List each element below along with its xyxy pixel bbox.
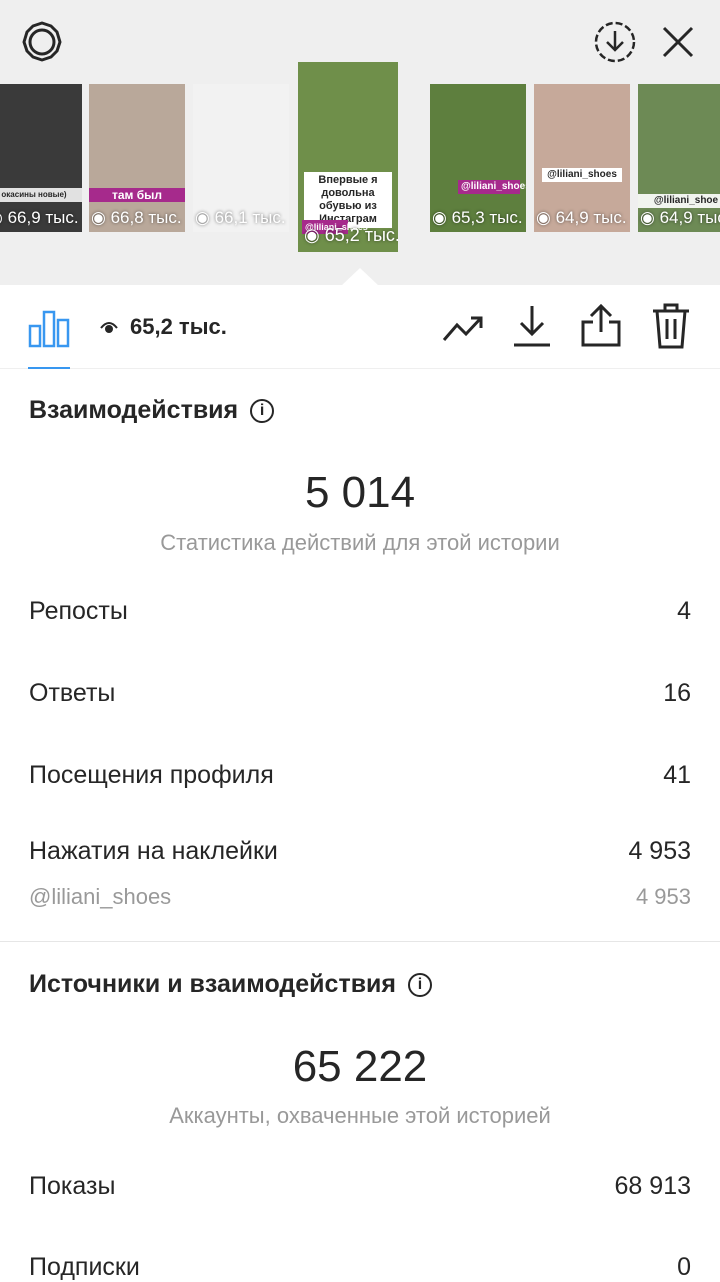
download-story-button[interactable] [592,19,638,65]
thumbnail-caption: @liliani_shoes [542,168,622,182]
trash-icon [653,303,689,349]
download-circle-icon [594,21,636,63]
info-icon[interactable]: i [408,972,433,997]
trend-button[interactable] [442,310,484,349]
gear-icon [22,21,62,62]
stat-subrow: @liliani_shoes 4 953 [29,884,691,909]
story-thumbnail[interactable]: @liliani_shoes ◉ 64,9 тыс. [534,84,630,232]
delete-button[interactable] [652,303,690,354]
story-thumbnail[interactable]: @liliani_shoes ◉ 65,3 тыс. [430,84,526,232]
story-thumbnail[interactable]: @liliani_shoe ◉ 64,9 тыс. [638,84,720,232]
thumbnail-views: ◉ 66,9 тыс. [0,208,79,227]
trend-up-icon [442,316,483,341]
share-icon [581,303,621,347]
thumbnail-views: ◉ 64,9 тыс. [536,208,627,227]
insights-toolbar: 65,2 тыс. [0,286,720,369]
interactions-caption: Статистика действий для этой истории [160,530,560,555]
thumbnail-caption: там был [89,188,185,202]
thumbnail-caption: окасины новые) [0,188,82,202]
close-button[interactable] [656,20,700,64]
thumbnail-caption: @liliani_shoe [638,194,720,208]
stat-row: Нажатия на наклейки 4 953 [29,837,691,865]
active-tab-indicator [28,367,70,369]
stat-row: Посещения профиля 41 [29,761,691,789]
download-icon [514,306,550,347]
story-thumbnail[interactable]: там был ◉ 66,8 тыс. [89,84,185,232]
stat-row: Показы 68 913 [29,1172,691,1200]
save-button[interactable] [512,304,552,353]
discovery-caption: Аккаунты, охваченные этой историей [169,1103,551,1128]
story-thumbnail-active[interactable]: Впервые я довольна обувью из Инстаграм @… [298,62,398,252]
story-thumbnails: окасины новые) ◉ 66,9 тыс. там был ◉ 66,… [0,62,720,252]
stat-row: Подписки 0 [29,1253,691,1281]
thumbnail-views: ◉ 64,9 тыс. [640,208,720,227]
thumbnail-views: ◉ 65,3 тыс. [432,208,523,227]
share-button[interactable] [580,302,622,353]
stat-row: Репосты 4 [29,597,691,625]
discovery-total: 65 222 [292,1042,428,1091]
info-icon[interactable]: i [250,398,275,423]
section-divider [0,941,720,942]
story-thumbnail[interactable]: окасины новые) ◉ 66,9 тыс. [0,84,82,232]
stat-row: Ответы 16 [29,679,691,707]
discovery-title: Источники и взаимодействия i [29,970,433,999]
bar-chart-icon [28,310,70,348]
thumbnail-views: ◉ 66,1 тыс. [195,208,286,227]
thumbnail-caption: @liliani_shoes [458,180,526,194]
close-icon [662,26,694,58]
interactions-total: 5 014 [304,468,416,517]
interactions-title: Взаимодействия i [29,396,275,425]
views-count: 65,2 тыс. [100,314,227,340]
selected-pointer [341,268,379,286]
settings-button[interactable] [20,20,64,64]
thumbnail-views: ◉ 65,2 тыс. [304,225,398,245]
eye-icon [100,322,118,333]
story-thumbnail[interactable]: ◉ 66,1 тыс. [193,84,289,232]
thumbnail-views: ◉ 66,8 тыс. [91,208,182,227]
bar-chart-tab[interactable] [28,306,70,353]
